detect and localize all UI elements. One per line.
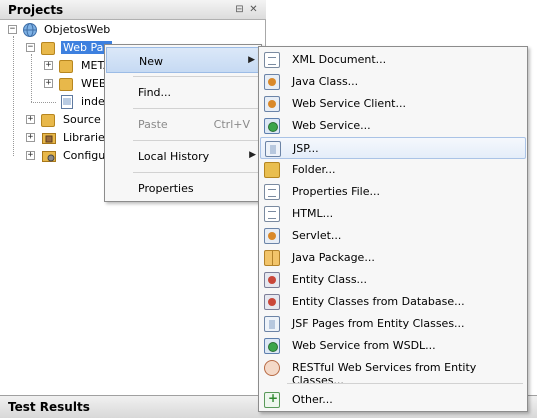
config-files-icon (41, 148, 57, 164)
tree-node-label: Configur (63, 149, 110, 162)
tree-node-web-inf[interactable]: + WEB (0, 75, 110, 93)
libraries-icon (41, 130, 57, 146)
menu-item-label: Find... (138, 86, 172, 99)
submenu-item-label: HTML... (292, 207, 334, 220)
submenu-arrow-icon: ▶ (249, 150, 256, 160)
context-menu: New ▶ Find... Paste Ctrl+V Local History… (104, 44, 262, 202)
submenu-arrow-icon: ▶ (248, 55, 255, 65)
menu-separator (133, 76, 259, 77)
expand-expander[interactable]: + (26, 115, 35, 124)
menu-item-find[interactable]: Find... (106, 79, 260, 105)
submenu-item-label: Properties File... (292, 185, 380, 198)
submenu-item-properties-file[interactable]: Properties File... (260, 181, 526, 203)
expand-expander[interactable]: + (26, 133, 35, 142)
web-service-client-icon (264, 96, 280, 112)
tree-node-libraries[interactable]: + Libraries (0, 129, 111, 147)
submenu-item-label: Web Service Client... (292, 97, 406, 110)
submenu-item-jsp[interactable]: JSP... (260, 137, 526, 159)
submenu-item-web-service-from-wsdl[interactable]: Web Service from WSDL... (260, 335, 526, 357)
submenu-item-label: Web Service from WSDL... (292, 339, 436, 352)
web-pages-folder-icon (41, 42, 55, 55)
tree-node-project[interactable]: − ObjetosWeb (0, 21, 200, 39)
submenu-item-label: Other... (292, 393, 333, 406)
projects-panel-header: Projects ⊟ ✕ (0, 0, 266, 20)
submenu-item-label: Entity Class... (292, 273, 368, 286)
submenu-item-other[interactable]: Other... (260, 389, 526, 411)
submenu-item-label: XML Document... (292, 53, 387, 66)
submenu-item-servlet[interactable]: Servlet... (260, 225, 526, 247)
entity-class-icon (264, 272, 280, 288)
menu-item-properties[interactable]: Properties (106, 175, 260, 201)
java-class-icon (264, 74, 280, 90)
properties-file-icon (264, 184, 280, 200)
submenu-item-label: Servlet... (292, 229, 342, 242)
menu-item-local-history[interactable]: Local History ▶ (106, 143, 260, 169)
menu-item-label: Local History (138, 150, 210, 163)
menu-item-label: New (139, 55, 163, 68)
submenu-item-java-package[interactable]: Java Package... (260, 247, 526, 269)
folder-icon (264, 162, 280, 178)
submenu-item-restful-web-services[interactable]: RESTful Web Services from Entity Classes… (260, 357, 526, 387)
menu-item-paste[interactable]: Paste Ctrl+V (106, 111, 260, 137)
submenu-item-java-class[interactable]: Java Class... (260, 71, 526, 93)
submenu-item-folder[interactable]: Folder... (260, 159, 526, 181)
folder-icon (59, 60, 73, 73)
source-packages-icon (41, 114, 55, 127)
web-service-wsdl-icon (264, 338, 280, 354)
submenu-item-html[interactable]: HTML... (260, 203, 526, 225)
submenu-item-web-service[interactable]: Web Service... (260, 115, 526, 137)
entity-classes-db-icon (264, 294, 280, 310)
web-service-icon (264, 118, 280, 134)
expand-expander[interactable]: + (44, 79, 53, 88)
tree-node-configuration-files[interactable]: + Configur (0, 147, 110, 165)
submenu-item-entity-class[interactable]: Entity Class... (260, 269, 526, 291)
submenu-item-label: Java Class... (292, 75, 359, 88)
submenu-item-xml-document[interactable]: XML Document... (260, 49, 526, 71)
jsp-icon (265, 141, 281, 157)
menu-item-new[interactable]: New ▶ (106, 47, 260, 73)
minimize-panel-button[interactable]: ⊟ (234, 4, 245, 15)
menu-item-label: Properties (138, 182, 194, 195)
submenu-item-label: Folder... (292, 163, 336, 176)
html-icon (264, 206, 280, 222)
close-panel-button[interactable]: ✕ (248, 4, 259, 15)
tree-node-index-jsp[interactable]: inde (0, 93, 110, 111)
tree-node-label: ObjetosWeb (44, 23, 111, 36)
tree-node-meta-inf[interactable]: + META (0, 57, 111, 75)
submenu-item-label: Entity Classes from Database... (292, 295, 465, 308)
jsp-file-icon (59, 94, 75, 110)
submenu-item-web-service-client[interactable]: Web Service Client... (260, 93, 526, 115)
tree-node-label: WEB (81, 77, 107, 90)
jsf-pages-icon (264, 316, 280, 332)
menu-separator (133, 172, 259, 173)
menu-separator (287, 383, 523, 384)
submenu-item-label: Web Service... (292, 119, 371, 132)
projects-panel-title: Projects (8, 3, 64, 17)
restful-ws-icon (264, 360, 280, 376)
java-package-icon (264, 250, 280, 266)
tree-connector (31, 102, 56, 103)
folder-icon (59, 78, 73, 91)
tree-node-source-packages[interactable]: + Source F (0, 111, 111, 129)
menu-separator (133, 108, 259, 109)
submenu-item-jsf-pages[interactable]: JSF Pages from Entity Classes... (260, 313, 526, 335)
xml-document-icon (264, 52, 280, 68)
expand-expander[interactable]: + (44, 61, 53, 70)
menu-separator (133, 140, 259, 141)
expand-expander[interactable]: + (26, 151, 35, 160)
new-submenu: XML Document... Java Class... Web Servic… (258, 46, 528, 412)
collapse-expander[interactable]: − (8, 25, 17, 34)
submenu-item-label: JSF Pages from Entity Classes... (292, 317, 465, 330)
collapse-expander[interactable]: − (26, 43, 35, 52)
submenu-item-label: Java Package... (292, 251, 375, 264)
servlet-icon (264, 228, 280, 244)
menu-item-label: Paste (138, 118, 168, 131)
submenu-item-entity-classes-from-database[interactable]: Entity Classes from Database... (260, 291, 526, 313)
other-icon (264, 391, 280, 408)
test-results-title: Test Results (8, 400, 90, 414)
tree-node-label: inde (81, 95, 105, 108)
globe-project-icon (22, 22, 38, 38)
submenu-item-label: JSP... (293, 142, 319, 155)
menu-item-accelerator: Ctrl+V (213, 118, 250, 131)
